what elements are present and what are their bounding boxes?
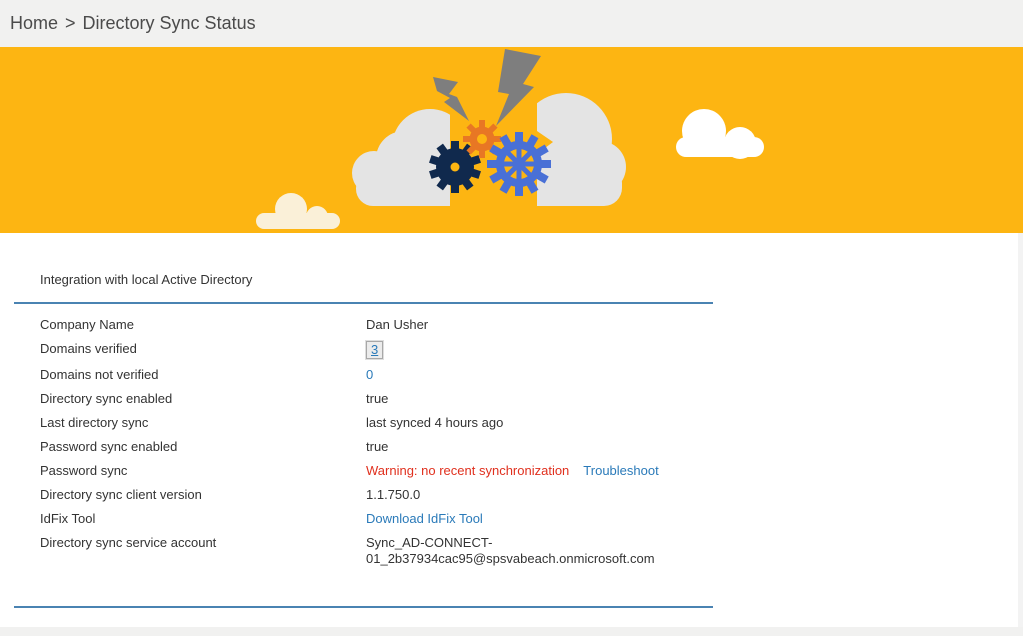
lightning-large-icon bbox=[496, 49, 541, 126]
value-text: 1.1.750.0 bbox=[366, 487, 420, 502]
row-label: Domains not verified bbox=[40, 367, 366, 383]
breadcrumb-current-page: Directory Sync Status bbox=[83, 13, 256, 34]
row-label: Domains verified bbox=[40, 341, 366, 357]
value-link[interactable]: Troubleshoot bbox=[583, 463, 658, 478]
breadcrumb: Home > Directory Sync Status bbox=[0, 0, 1023, 47]
table-row: Directory sync service accountSync_AD-CO… bbox=[0, 535, 1018, 567]
row-value: 3 bbox=[366, 341, 383, 359]
value-text: Dan Usher bbox=[366, 317, 428, 332]
row-label: IdFix Tool bbox=[40, 511, 366, 527]
row-label: Directory sync enabled bbox=[40, 391, 366, 407]
value-link[interactable]: 0 bbox=[366, 367, 373, 382]
top-divider bbox=[14, 302, 713, 304]
row-label: Last directory sync bbox=[40, 415, 366, 431]
row-label: Directory sync client version bbox=[40, 487, 366, 503]
sync-status-panel: Integration with local Active Directory … bbox=[0, 233, 1023, 627]
row-value: Download IdFix Tool bbox=[366, 511, 483, 527]
table-row: Last directory synclast synced 4 hours a… bbox=[0, 415, 1018, 431]
row-label: Company Name bbox=[40, 317, 366, 333]
row-label: Directory sync service account bbox=[40, 535, 366, 551]
row-value: 0 bbox=[366, 367, 373, 383]
row-value: true bbox=[366, 439, 388, 455]
cloud-cream-icon bbox=[256, 193, 340, 229]
row-label: Password sync enabled bbox=[40, 439, 366, 455]
row-value: 1.1.750.0 bbox=[366, 487, 420, 503]
row-value: true bbox=[366, 391, 388, 407]
bottom-divider bbox=[14, 606, 713, 608]
cloud-white-icon bbox=[676, 109, 764, 159]
table-row: Directory sync client version1.1.750.0 bbox=[0, 487, 1018, 503]
row-value: last synced 4 hours ago bbox=[366, 415, 503, 431]
status-table: Company NameDan UsherDomains verified3Do… bbox=[0, 317, 1018, 567]
row-value: Dan Usher bbox=[366, 317, 428, 333]
value-link[interactable]: Download IdFix Tool bbox=[366, 511, 483, 526]
breadcrumb-home-link[interactable]: Home bbox=[10, 13, 58, 34]
value-text: Sync_AD-CONNECT-01_2b37934cac95@spsvabea… bbox=[366, 535, 655, 566]
section-heading: Integration with local Active Directory bbox=[0, 233, 1018, 287]
breadcrumb-separator: > bbox=[65, 13, 76, 34]
table-row: Domains verified3 bbox=[0, 341, 1018, 359]
directory-sync-banner bbox=[0, 47, 1023, 233]
row-label: Password sync bbox=[40, 463, 366, 479]
table-row: Company NameDan Usher bbox=[0, 317, 1018, 333]
table-row: Password sync enabledtrue bbox=[0, 439, 1018, 455]
value-text: last synced 4 hours ago bbox=[366, 415, 503, 430]
sync-illustration bbox=[0, 47, 1023, 233]
warning-text: Warning: no recent synchronization bbox=[366, 463, 569, 478]
value-text: true bbox=[366, 439, 388, 454]
table-row: IdFix ToolDownload IdFix Tool bbox=[0, 511, 1018, 527]
row-value: Warning: no recent synchronization Troubl… bbox=[366, 463, 659, 479]
gear-orange-hole bbox=[477, 134, 487, 144]
row-value: Sync_AD-CONNECT-01_2b37934cac95@spsvabea… bbox=[366, 535, 686, 567]
value-link[interactable]: 3 bbox=[366, 341, 383, 359]
table-row: Password syncWarning: no recent synchron… bbox=[0, 463, 1018, 479]
value-text: true bbox=[366, 391, 388, 406]
gear-navy-hub bbox=[451, 163, 460, 172]
table-row: Directory sync enabledtrue bbox=[0, 391, 1018, 407]
table-row: Domains not verified0 bbox=[0, 367, 1018, 383]
